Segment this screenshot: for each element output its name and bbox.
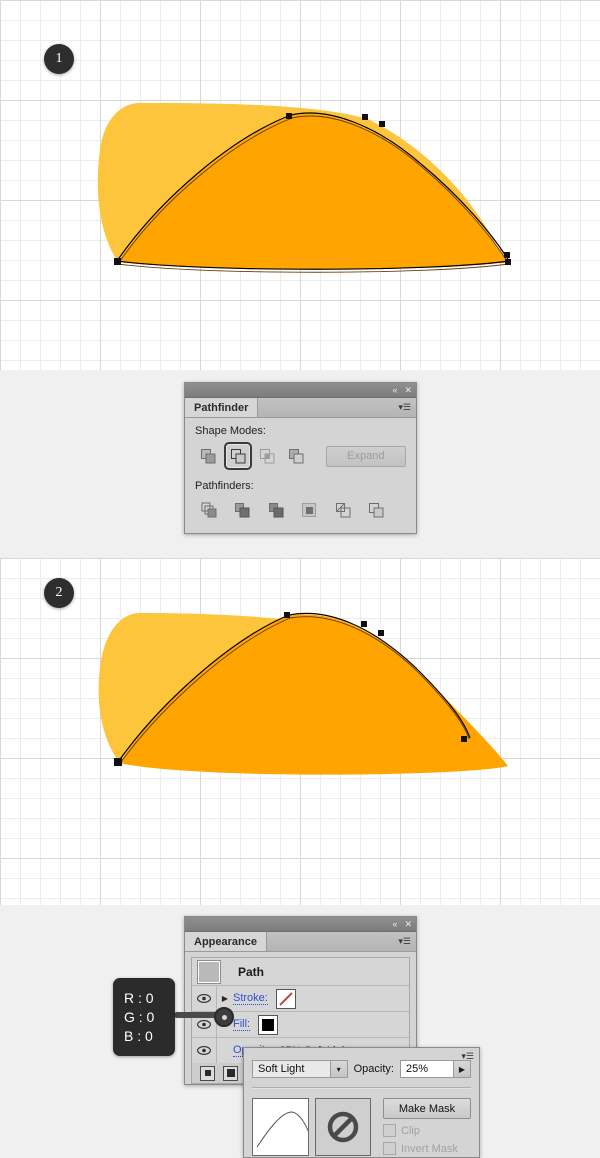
rgb-line-r: R : 0: [124, 989, 154, 1006]
tab-pathfinder[interactable]: Pathfinder: [185, 398, 259, 417]
close-icon[interactable]: ✕: [404, 919, 412, 929]
tabbar-empty-2: ▾☰: [267, 932, 416, 951]
collapse-icon[interactable]: «: [392, 919, 397, 929]
pathfinder-divide-button[interactable]: [195, 497, 223, 523]
shape-mode-exclude-button[interactable]: [283, 443, 310, 469]
clear-appearance-icon[interactable]: [223, 1065, 238, 1081]
collapse-icon[interactable]: «: [392, 385, 397, 395]
appearance-object-header: Path: [192, 958, 409, 986]
clip-checkbox[interactable]: [383, 1124, 396, 1137]
appearance-titlebar: « ✕: [185, 917, 416, 932]
panel-menu-icon[interactable]: ▾☰: [398, 402, 411, 413]
object-thumbnail-preview[interactable]: [252, 1098, 309, 1156]
blend-mode-select[interactable]: Soft Light ▾: [252, 1060, 348, 1078]
pathfinder-titlebar: « ✕: [185, 383, 416, 398]
visibility-eye-icon-opacity[interactable]: [192, 1038, 217, 1063]
expand-button[interactable]: Expand: [325, 445, 406, 467]
object-thumbnail: [197, 959, 221, 984]
transparency-opacity-label: Opacity:: [353, 1063, 394, 1075]
step-badge-2: 2: [44, 578, 74, 608]
pathfinder-trim-button[interactable]: [229, 497, 257, 523]
tab-appearance[interactable]: Appearance: [185, 932, 267, 951]
fill-swatch-black[interactable]: [258, 1014, 279, 1035]
stroke-label[interactable]: Stroke:: [233, 992, 268, 1005]
pathfinder-merge-button[interactable]: [262, 497, 290, 523]
invert-mask-checkbox-row[interactable]: Invert Mask: [383, 1142, 471, 1155]
pathfinder-panel: « ✕ Pathfinder ▾☰ Shape Modes: Expand Pa…: [184, 382, 417, 534]
transparency-panel: ▾☰ Soft Light ▾ Opacity: 25% ▶ Make Mask: [243, 1047, 480, 1158]
rgb-value-tooltip: R : 0 G : 0 B : 0: [113, 978, 175, 1056]
screenshot-stage: 1 « ✕ Pathfinder ▾☰ Shape Modes: Expand …: [0, 0, 600, 1158]
tabbar-empty: ▾☰: [258, 398, 416, 417]
shape-mode-minus-front-button[interactable]: [223, 442, 253, 470]
pathfinders-label: Pathfinders:: [195, 480, 254, 492]
shape-modes-label: Shape Modes:: [195, 425, 266, 437]
close-icon[interactable]: ✕: [404, 385, 412, 395]
pathfinder-minus-back-button[interactable]: [363, 497, 391, 523]
chevron-down-icon[interactable]: ▾: [329, 1061, 347, 1077]
transparency-thumbnails-row: Make Mask Clip Invert Mask: [244, 1089, 479, 1156]
fill-label[interactable]: Fill:: [233, 1018, 251, 1031]
transparency-opacity-input[interactable]: 25% ▶: [399, 1060, 471, 1078]
pathfinder-crop-button[interactable]: [296, 497, 324, 523]
mask-thumbnail-none[interactable]: [314, 1098, 371, 1156]
shape-modes-row: Expand: [195, 442, 406, 470]
shape-mode-unite-button[interactable]: [195, 443, 222, 469]
artwork-step2: [98, 612, 508, 775]
invert-mask-label: Invert Mask: [401, 1142, 458, 1155]
visibility-eye-icon-stroke[interactable]: [192, 986, 217, 1011]
step-badge-1: 1: [44, 44, 74, 74]
invert-mask-checkbox[interactable]: [383, 1142, 396, 1155]
transparency-controls-row: Soft Light ▾ Opacity: 25% ▶: [244, 1048, 479, 1078]
new-art-maintains-appearance-icon[interactable]: [200, 1065, 215, 1081]
clip-checkbox-row[interactable]: Clip: [383, 1124, 471, 1137]
blend-mode-value: Soft Light: [258, 1063, 305, 1075]
panel-menu-icon[interactable]: ▾☰: [398, 936, 411, 947]
stroke-swatch-none[interactable]: [275, 988, 296, 1009]
artwork-step1: [97, 103, 511, 273]
rgb-line-b: B : 0: [124, 1027, 153, 1044]
callout-knob: [214, 1007, 234, 1027]
clip-label: Clip: [401, 1124, 420, 1137]
opacity-stepper-icon[interactable]: ▶: [453, 1061, 470, 1077]
disclosure-triangle-icon[interactable]: ▶: [217, 994, 233, 1003]
mask-controls: Make Mask Clip Invert Mask: [383, 1098, 471, 1156]
appearance-tabbar: Appearance ▾☰: [185, 932, 416, 952]
object-title: Path: [238, 964, 265, 979]
pathfinder-outline-button[interactable]: [329, 497, 357, 523]
make-mask-button[interactable]: Make Mask: [383, 1098, 471, 1119]
rgb-line-g: G : 0: [124, 1008, 155, 1025]
fill-color-chip: [262, 1018, 275, 1031]
transparency-opacity-value: 25%: [405, 1063, 429, 1075]
pathfinders-row: [195, 497, 391, 523]
pathfinder-body: Shape Modes: Expand Pathfinders:: [185, 418, 416, 533]
shape-mode-intersect-button[interactable]: [254, 443, 281, 469]
pathfinder-tabbar: Pathfinder ▾☰: [185, 398, 416, 418]
